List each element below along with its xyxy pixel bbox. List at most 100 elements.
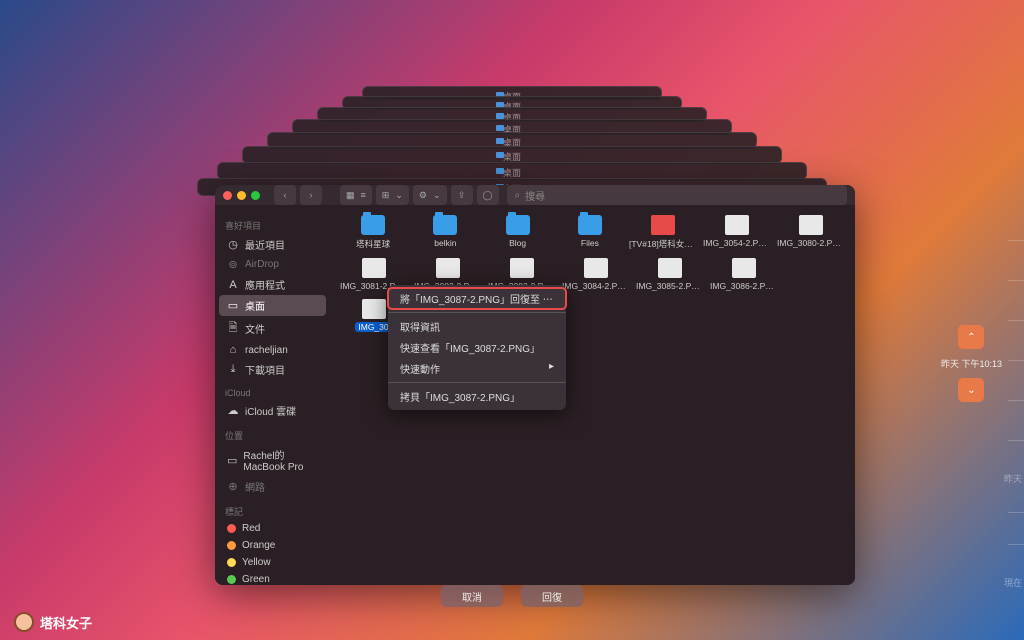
close-button[interactable] (223, 191, 232, 200)
sidebar-icon: A (227, 279, 239, 291)
sidebar-section-icloud: iCloud (225, 388, 320, 398)
sidebar-item-label: 下載項目 (245, 362, 285, 377)
sidebar-item-label: Yellow (242, 557, 271, 568)
sidebar-item[interactable]: ▭ Rachel的MacBook Pro (219, 444, 326, 476)
tag-dot-icon (227, 524, 236, 533)
sidebar-item[interactable]: ☁ iCloud 雲碟 (219, 400, 326, 421)
chevron-down-icon: ⌄ (433, 190, 441, 201)
maximize-button[interactable] (251, 191, 260, 200)
watermark: 塔科女子 (14, 612, 92, 632)
file-label: IMG_3084-2.PNG (562, 281, 630, 291)
file-item[interactable]: IMG_3054-2.PNG (701, 213, 773, 252)
image-icon (362, 258, 386, 278)
sidebar-item[interactable]: A應用程式 (219, 274, 326, 295)
view-toggle[interactable]: ▦≡ (340, 185, 372, 205)
sidebar-item-label: iCloud 雲碟 (245, 403, 296, 418)
sidebar-section-tags: 標記 (225, 505, 320, 518)
file-item[interactable]: [TV#18]塔科女子_簡妝容.pdf (627, 213, 699, 252)
tag-dot-icon (227, 558, 236, 567)
file-label: belkin (434, 238, 456, 248)
timeline-up-button[interactable]: ⌃ (958, 325, 984, 349)
list-view-icon: ≡ (361, 190, 366, 200)
sidebar-item[interactable]: Orange (219, 537, 326, 554)
sidebar-item[interactable]: ▭ 桌面 (219, 295, 326, 316)
image-icon (732, 258, 756, 278)
sidebar-item[interactable]: ⌂racheljian (219, 341, 326, 359)
search-icon: ⌕ (515, 190, 521, 201)
chevron-down-icon: ⌄ (967, 385, 975, 396)
file-item[interactable]: IMG_3080-2.PNG (775, 213, 847, 252)
sidebar-item[interactable]: ◷ 最近項目 (219, 234, 326, 255)
sidebar-section-locations: 位置 (225, 429, 320, 442)
sidebar-item[interactable]: ⊕網路 (219, 476, 326, 497)
menu-get-info[interactable]: 取得資訊 (388, 316, 566, 337)
file-label: 塔科星球 (356, 238, 390, 250)
sidebar-item[interactable]: ⤓下載項目 (219, 359, 326, 380)
menu-quick-actions[interactable]: 快速動作▸ (388, 358, 566, 379)
share-button[interactable]: ⇪ (451, 185, 473, 205)
file-item[interactable]: belkin (410, 213, 480, 252)
restore-button[interactable]: 回復 (521, 585, 583, 607)
file-item[interactable]: IMG_3085-2.PNG (634, 256, 706, 293)
sidebar-item-label: 最近項目 (245, 237, 285, 252)
sidebar-icon: ◷ (227, 238, 239, 251)
back-button[interactable]: ‹ (274, 185, 296, 205)
sidebar-icon: ▭ (227, 299, 239, 312)
sidebar-icon: ▭ (227, 454, 237, 467)
menu-separator (388, 382, 566, 383)
sidebar: 喜好項目 ◷最近項目⊚AirDropA應用程式▭桌面🗎文件⌂racheljian… (215, 205, 330, 585)
file-area[interactable]: 塔科星球 belkin Blog Files [TV#18]塔科女子_簡妝容.pdf IM… (330, 205, 855, 585)
timeline-down-button[interactable]: ⌄ (958, 378, 984, 402)
sidebar-item-label: Orange (242, 540, 275, 551)
sidebar-item[interactable]: 🗎文件 (219, 316, 326, 341)
menu-quick-look[interactable]: 快速查看「IMG_3087-2.PNG」 (388, 337, 566, 358)
chevron-right-icon: ▸ (549, 361, 554, 376)
search-field[interactable]: ⌕ 搜尋 (507, 185, 848, 205)
file-label: IMG_3080-2.PNG (777, 238, 845, 248)
minimize-button[interactable] (237, 191, 246, 200)
forward-button[interactable]: › (300, 185, 322, 205)
tags-button[interactable]: ◯ (477, 185, 499, 205)
cancel-button[interactable]: 取消 (441, 585, 503, 607)
folder-icon (506, 215, 530, 235)
avatar-icon (14, 612, 34, 632)
sidebar-item-label: racheljian (245, 345, 288, 356)
sidebar-item-label: Red (242, 523, 260, 534)
context-menu: 將「IMG_3087-2.PNG」回復至 ⋯ 取得資訊 快速查看「IMG_308… (388, 285, 566, 410)
file-item[interactable]: IMG_3084-2.PNG (560, 256, 632, 293)
file-label: [TV#18]塔科女子_簡妝容.pdf (629, 238, 697, 250)
sidebar-item-label: Rachel的MacBook Pro (243, 447, 318, 473)
folder-icon (433, 215, 457, 235)
menu-separator (388, 312, 566, 313)
action-menu[interactable]: ⚙⌄ (413, 185, 447, 205)
file-item[interactable]: IMG_3086-2.PNG (708, 256, 780, 293)
file-item[interactable]: 塔科星球 (338, 213, 408, 252)
folder-icon (361, 215, 385, 235)
share-icon: ⇪ (458, 190, 466, 201)
sidebar-icon: ⊚ (227, 258, 239, 271)
sidebar-item-label: 桌面 (245, 298, 265, 313)
sidebar-item[interactable]: Yellow (219, 554, 326, 571)
tag-dot-icon (227, 541, 236, 550)
file-item[interactable]: Files (555, 213, 625, 252)
sidebar-icon: ☁ (227, 404, 239, 417)
file-item[interactable]: Blog (483, 213, 553, 252)
file-label: Files (581, 238, 599, 248)
menu-copy[interactable]: 拷貝「IMG_3087-2.PNG」 (388, 386, 566, 407)
icon-view-icon: ▦ (346, 190, 355, 201)
image-icon (362, 299, 386, 319)
chevron-up-icon: ⌃ (967, 332, 975, 343)
file-label: IMG_3086-2.PNG (710, 281, 778, 291)
sidebar-item[interactable]: Green (219, 571, 326, 585)
group-menu[interactable]: ⊞⌄ (376, 185, 409, 205)
sidebar-item[interactable]: ⊚AirDrop (219, 255, 326, 274)
file-label: IMG_3085-2.PNG (636, 281, 704, 291)
finder-window: ‹ › ▦≡ ⊞⌄ ⚙⌄ ⇪ ◯ ⌕ 搜尋 喜好項目 ◷最近項目⊚AirDrop… (215, 185, 855, 585)
image-icon (436, 258, 460, 278)
action-buttons: 取消 回復 (441, 585, 583, 607)
timeline-timestamp: 昨天 下午10:13 (941, 357, 1002, 370)
menu-restore-to[interactable]: 將「IMG_3087-2.PNG」回復至 ⋯ (388, 288, 566, 309)
timeline-nav: ⌃ 昨天 下午10:13 ⌄ (941, 325, 1002, 402)
gear-icon: ⚙ (419, 190, 427, 201)
sidebar-item[interactable]: Red (219, 520, 326, 537)
